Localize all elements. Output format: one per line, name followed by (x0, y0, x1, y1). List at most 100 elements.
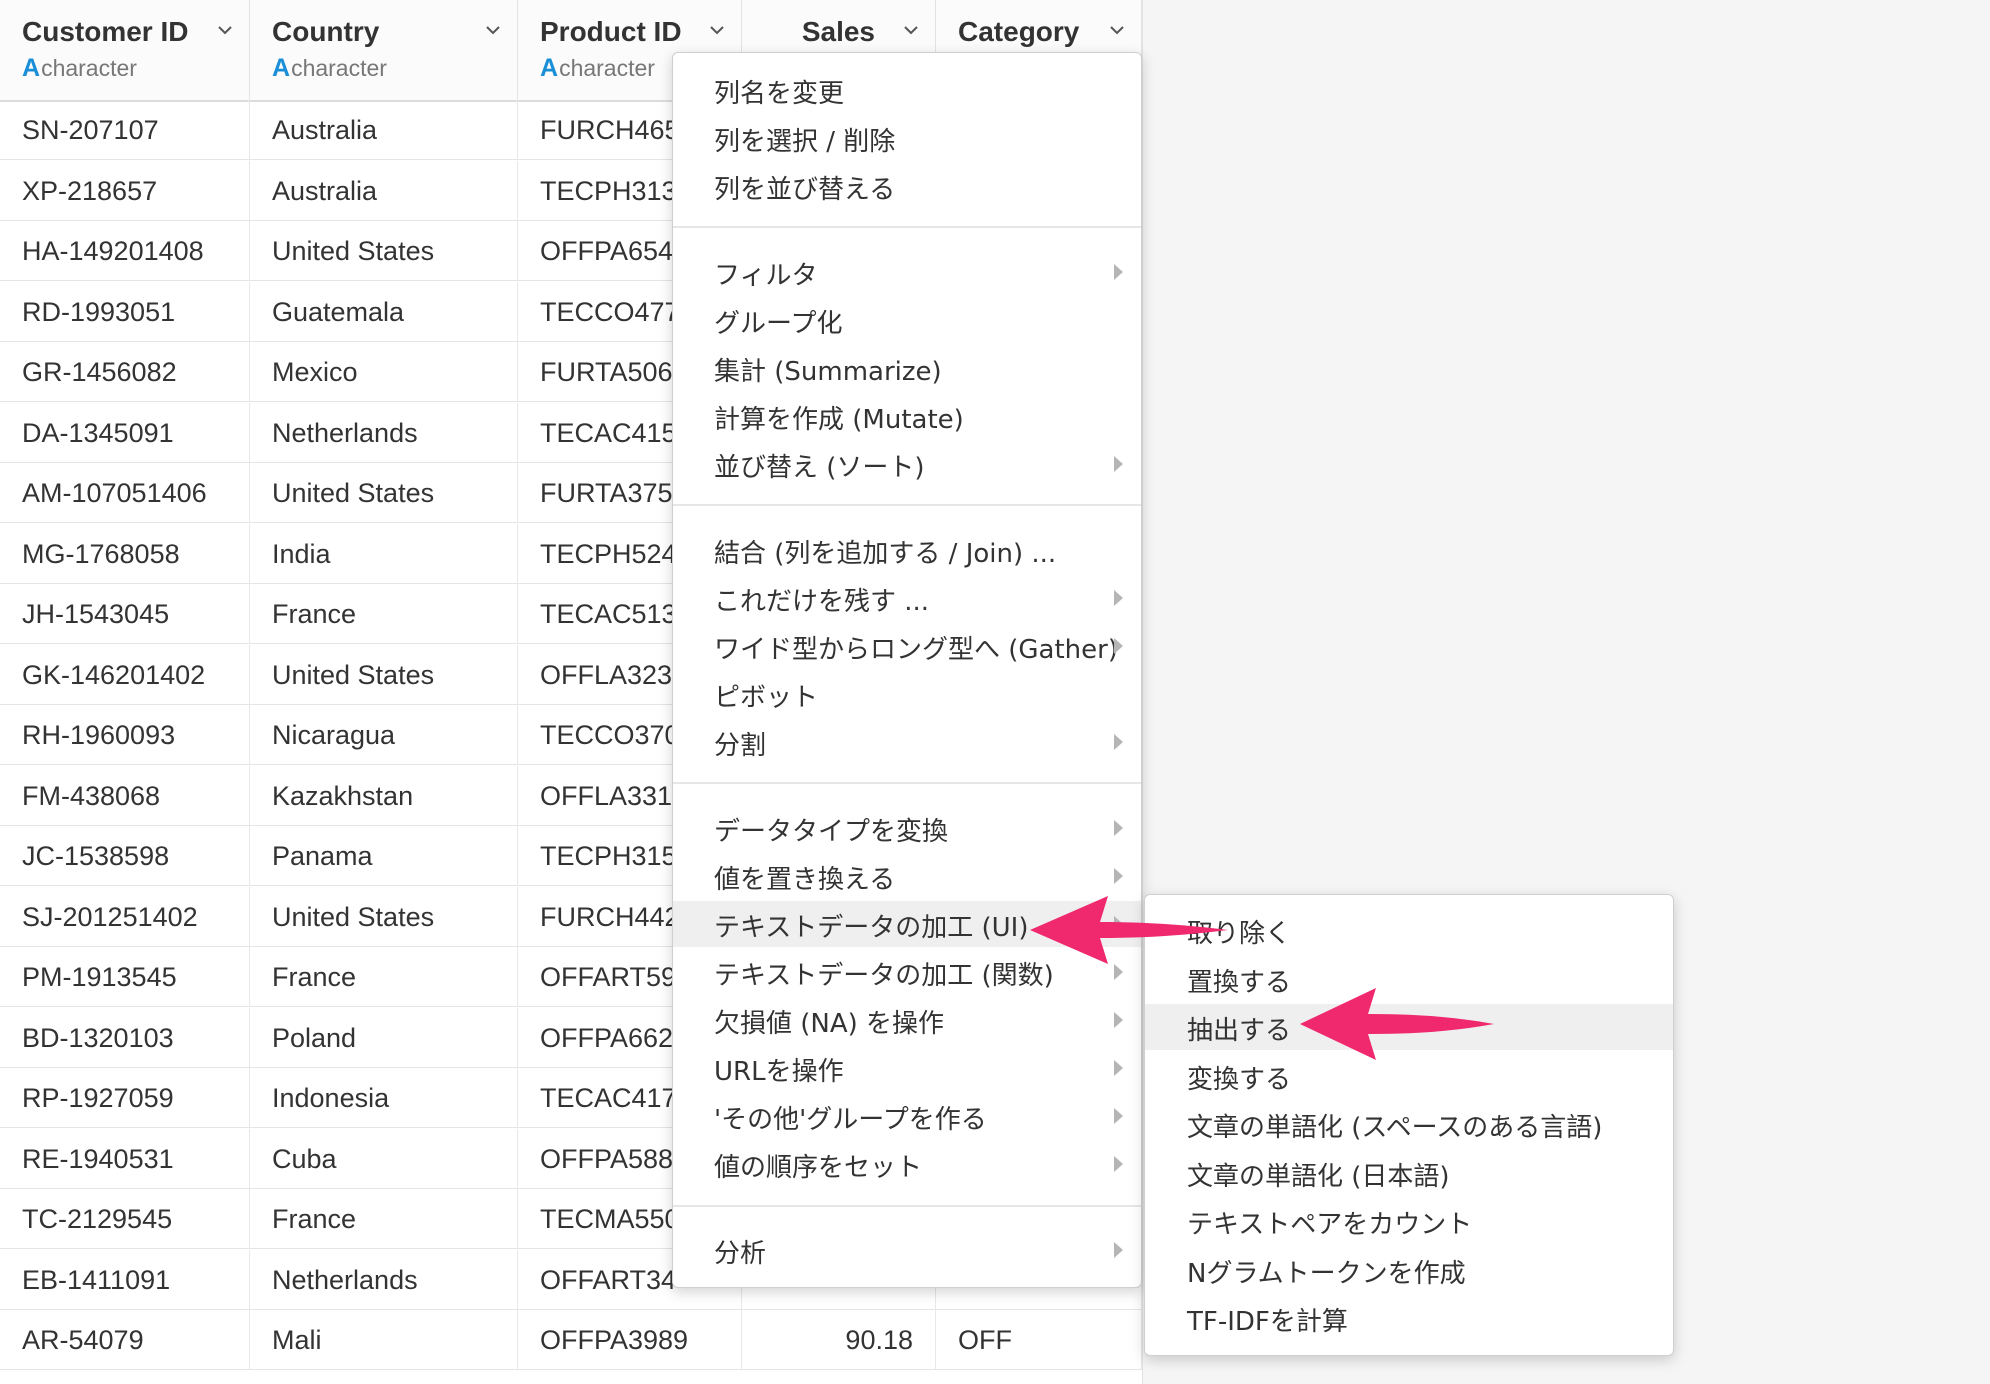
menu-item[interactable]: URLを操作 (673, 1045, 1141, 1091)
table-cell: OFF (936, 1310, 1142, 1370)
table-row: AR-54079 Mali OFFPA3989 90.18 OFF (0, 1310, 1142, 1370)
submenu-arrow-icon (1114, 964, 1123, 980)
menu-item[interactable]: 列名を変更 (673, 67, 1141, 113)
table-cell: RD-1993051 (0, 281, 250, 342)
column-name: Category (958, 16, 1080, 47)
table-cell: Indonesia (250, 1068, 518, 1128)
table-cell: United States (250, 463, 518, 523)
table-cell: AM-107051406 (0, 463, 250, 523)
menu-item-label: 分析 (714, 1239, 767, 1269)
menu-item[interactable]: ワイド型からロング型へ (Gather) (673, 623, 1141, 669)
menu-item[interactable]: データタイプを変換 (673, 805, 1141, 851)
menu-item[interactable]: 列を並び替える (673, 163, 1141, 209)
table-cell: United States (250, 644, 518, 705)
table-cell: France (250, 947, 518, 1007)
menu-item-label: 欠損値 (NA) を操作 (714, 1009, 945, 1039)
table-cell: Nicaragua (250, 705, 518, 765)
menu-item[interactable]: 列を選択 / 削除 (673, 115, 1141, 161)
table-cell: JC-1538598 (0, 826, 250, 886)
menu-item[interactable]: 結合 (列を追加する / Join) ... (673, 527, 1141, 573)
menu-separator (673, 504, 1141, 506)
submenu-item[interactable]: テキストペアをカウント (1145, 1198, 1673, 1244)
submenu-item[interactable]: Nグラムトークンを作成 (1145, 1247, 1673, 1293)
menu-item[interactable]: 欠損値 (NA) を操作 (673, 997, 1141, 1043)
column-context-menu: 列名を変更 列を選択 / 削除列を並び替える フィルタグループ化 集計 (Summar… (672, 52, 1142, 1288)
submenu-item-label: 置換する (1187, 967, 1292, 998)
text-processing-submenu: 取り除く置換する抽出する変換する文章の単語化 (スペースのある言語) 文章の単語化… (1144, 894, 1674, 1356)
table-cell: Panama (250, 826, 518, 886)
menu-item-label: 結合 (列を追加する / Join) ... (714, 539, 1057, 569)
menu-item[interactable]: テキストデータの加工 (UI) (673, 901, 1141, 947)
table-cell: United States (250, 886, 518, 947)
chevron-down-icon[interactable] (485, 22, 501, 38)
submenu-item[interactable]: TF-IDFを計算 (1145, 1295, 1673, 1341)
column-name: Country (272, 16, 380, 47)
submenu-item[interactable]: 取り除く (1145, 907, 1673, 953)
submenu-item[interactable]: 抽出する (1145, 1004, 1673, 1050)
menu-item-label: 値を置き換える (714, 865, 896, 895)
menu-item[interactable]: 分析 (673, 1227, 1141, 1273)
table-cell: RP-1927059 (0, 1068, 250, 1128)
table-cell: XP-218657 (0, 160, 250, 221)
table-cell: Mali (250, 1310, 518, 1370)
chevron-down-icon[interactable] (217, 22, 233, 38)
column-name: Customer ID (22, 16, 189, 47)
submenu-item[interactable]: 文章の単語化 (スペースのある言語) (1145, 1101, 1673, 1147)
menu-item[interactable]: 並び替え (ソート) (673, 441, 1141, 487)
table-cell: United States (250, 221, 518, 281)
submenu-item-label: 変換する (1187, 1064, 1292, 1095)
table-cell: BD-1320103 (0, 1007, 250, 1068)
chevron-down-icon[interactable] (709, 22, 725, 38)
submenu-item[interactable]: 文章の単語化 (日本語) (1145, 1150, 1673, 1196)
submenu-item-label: 文章の単語化 (スペースのある言語) (1187, 1113, 1603, 1143)
table-cell: RH-1960093 (0, 705, 250, 765)
table-cell: 90.18 (742, 1310, 936, 1370)
menu-separator (673, 1205, 1141, 1207)
menu-item[interactable]: 値の順序をセット (673, 1141, 1141, 1187)
menu-item-label: 'その他'グループを作る (714, 1105, 987, 1135)
submenu-arrow-icon (1114, 638, 1123, 654)
menu-item[interactable]: フィルタ (673, 249, 1141, 295)
submenu-arrow-icon (1114, 1060, 1123, 1076)
menu-item[interactable]: 集計 (Summarize) (673, 345, 1141, 391)
menu-item-label: フィルタ (714, 261, 818, 291)
column-header-customer-id[interactable]: Customer ID Acharacter (0, 0, 250, 100)
table-cell: Cuba (250, 1128, 518, 1189)
column-header-country[interactable]: Country Acharacter (250, 0, 518, 100)
table-cell: PM-1913545 (0, 947, 250, 1007)
menu-item-label: データタイプを変換 (714, 817, 949, 847)
table-cell: AR-54079 (0, 1310, 250, 1370)
column-name: Sales (801, 16, 875, 47)
menu-item-label: 計算を作成 (Mutate) (714, 405, 964, 435)
table-cell: India (250, 523, 518, 584)
table-cell: Netherlands (250, 1249, 518, 1310)
menu-item-label: URLを操作 (714, 1057, 844, 1087)
table-cell: France (250, 584, 518, 644)
menu-item[interactable]: 'その他'グループを作る (673, 1093, 1141, 1139)
submenu-item-label: 抽出する (1187, 1016, 1292, 1046)
submenu-item-label: 文章の単語化 (日本語) (1187, 1161, 1450, 1192)
submenu-arrow-icon (1114, 264, 1123, 280)
menu-item[interactable]: 計算を作成 (Mutate) (673, 393, 1141, 439)
menu-item[interactable]: グループ化 (673, 297, 1141, 343)
submenu-item-label: テキストペアをカウント (1187, 1210, 1473, 1240)
chevron-down-icon[interactable] (903, 22, 919, 38)
table-cell: France (250, 1189, 518, 1249)
chevron-down-icon[interactable] (1109, 22, 1125, 38)
menu-item-label: 列を並び替える (714, 175, 896, 205)
table-cell: MG-1768058 (0, 523, 250, 584)
menu-item[interactable]: テキストデータの加工 (関数) (673, 949, 1141, 995)
column-type: Acharacter (272, 54, 387, 83)
submenu-item[interactable]: 変換する (1145, 1053, 1673, 1099)
menu-item[interactable]: ピボット (673, 671, 1141, 717)
table-cell: Guatemala (250, 281, 518, 342)
table-cell: Australia (250, 160, 518, 221)
submenu-item-label: Nグラムトークンを作成 (1187, 1258, 1466, 1289)
table-cell: JH-1543045 (0, 584, 250, 644)
table-cell: SN-207107 (0, 100, 250, 160)
menu-item-label: 値の順序をセット (714, 1153, 923, 1183)
menu-item[interactable]: 値を置き換える (673, 853, 1141, 899)
menu-item[interactable]: これだけを残す ... (673, 575, 1141, 621)
menu-item[interactable]: 分割 (673, 719, 1141, 765)
submenu-item[interactable]: 置換する (1145, 956, 1673, 1002)
